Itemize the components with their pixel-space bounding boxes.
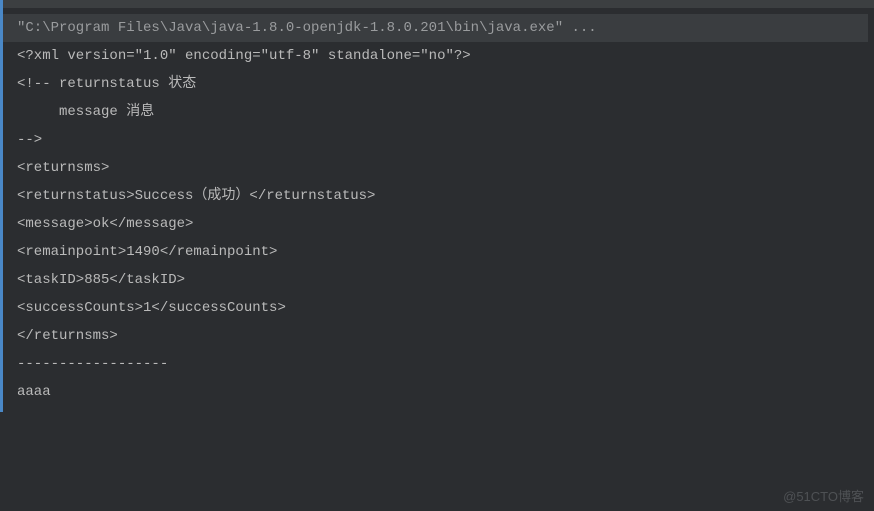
output-line: message 消息: [3, 98, 874, 126]
command-line: "C:\Program Files\Java\java-1.8.0-openjd…: [3, 14, 868, 42]
output-line: </returnsms>: [3, 322, 874, 350]
output-line: ------------------: [3, 350, 874, 378]
watermark: @51CTO博客: [783, 486, 864, 505]
output-line: <remainpoint>1490</remainpoint>: [3, 238, 874, 266]
output-line: <!-- returnstatus 状态: [3, 70, 874, 98]
output-line: aaaa: [3, 378, 874, 406]
output-line: -->: [3, 126, 874, 154]
output-line: <taskID>885</taskID>: [3, 266, 874, 294]
output-line: <message>ok</message>: [3, 210, 874, 238]
output-line: <?xml version="1.0" encoding="utf-8" sta…: [3, 42, 874, 70]
console-output[interactable]: "C:\Program Files\Java\java-1.8.0-openjd…: [0, 8, 874, 412]
output-line: <returnstatus>Success（成功）</returnstatus>: [3, 182, 874, 210]
output-line: <returnsms>: [3, 154, 874, 182]
titlebar-strip: [0, 0, 874, 8]
output-line: <successCounts>1</successCounts>: [3, 294, 874, 322]
